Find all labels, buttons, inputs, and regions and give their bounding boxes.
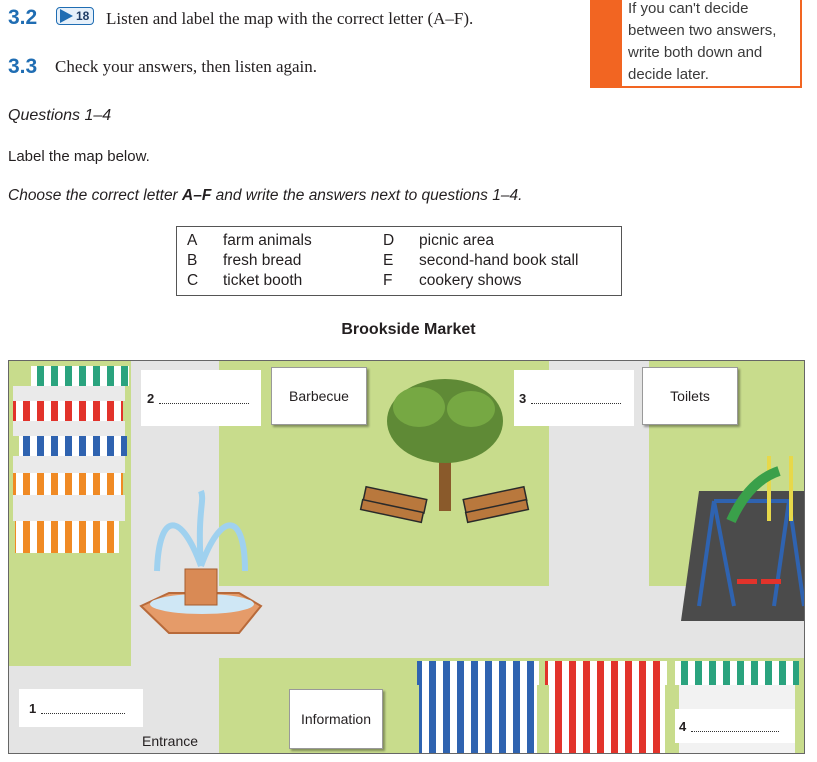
label-instruction: Label the map below. xyxy=(8,148,150,165)
answer-slot-4[interactable]: 4 xyxy=(675,709,795,743)
exercise-3-3-instruction: Check your answers, then listen again. xyxy=(55,57,318,76)
option-text: farm animals xyxy=(223,232,312,249)
map-title: Brookside Market xyxy=(341,321,476,338)
answer-slot-2[interactable]: 2 xyxy=(141,370,261,426)
option-letter: B xyxy=(187,252,198,269)
question-number: 4 xyxy=(679,718,687,734)
option-letter: A xyxy=(187,232,198,249)
questions-heading: Questions 1–4 xyxy=(8,107,112,124)
market-map: 2 Barbecue 3 Toilets 1 Information Entra… xyxy=(8,360,805,754)
tip-line: decide later. xyxy=(628,66,709,83)
option-letter: F xyxy=(383,272,393,289)
left-stalls-icon xyxy=(13,366,129,553)
exercise-3-2-instruction: Listen and label the map with the correc… xyxy=(106,9,474,28)
option-text: cookery shows xyxy=(419,272,522,289)
options-row: Bfresh bread Esecond-hand book stall xyxy=(187,251,611,271)
track-number: 18 xyxy=(76,9,90,23)
exercise-3-2-number: 3.2 xyxy=(8,6,38,29)
options-row: Afarm animals Dpicnic area xyxy=(187,231,611,251)
option-letter: D xyxy=(383,232,395,249)
audio-track-badge[interactable]: 18 xyxy=(56,7,95,28)
question-number: 3 xyxy=(519,390,527,406)
choose-instruction: Choose the correct letter A–F and write … xyxy=(8,187,523,204)
answer-blank[interactable] xyxy=(690,721,779,732)
option-letter: E xyxy=(383,252,394,269)
exercise-3-3-number: 3.3 xyxy=(8,55,38,78)
option-text: ticket booth xyxy=(223,272,303,289)
tip-box: If you can't decide between two answers,… xyxy=(590,0,802,88)
information-label: Information xyxy=(289,689,383,749)
answer-slot-3[interactable]: 3 xyxy=(514,370,634,426)
toilets-label: Toilets xyxy=(642,367,738,425)
options-box: Afarm animals Dpicnic area Bfresh bread … xyxy=(176,226,622,296)
barbecue-label: Barbecue xyxy=(271,367,367,425)
option-letter: C xyxy=(187,272,199,289)
answer-slot-1[interactable]: 1 xyxy=(19,689,143,727)
play-icon xyxy=(60,9,73,23)
option-text: fresh bread xyxy=(223,252,302,269)
answer-blank[interactable] xyxy=(158,393,249,404)
answer-blank[interactable] xyxy=(40,703,125,714)
tip-accent-bar xyxy=(592,0,622,86)
entrance-label: Entrance xyxy=(142,733,199,749)
tip-line: between two answers, xyxy=(628,22,777,39)
question-number: 1 xyxy=(29,700,37,716)
answer-blank[interactable] xyxy=(530,393,621,404)
option-text: picnic area xyxy=(419,232,494,249)
tip-line: If you can't decide xyxy=(628,0,749,17)
option-text: second-hand book stall xyxy=(419,252,579,269)
options-row: Cticket booth Fcookery shows xyxy=(187,271,611,291)
question-number: 2 xyxy=(147,390,155,406)
tip-line: write both down and xyxy=(628,44,763,61)
playground-icon xyxy=(681,456,804,621)
